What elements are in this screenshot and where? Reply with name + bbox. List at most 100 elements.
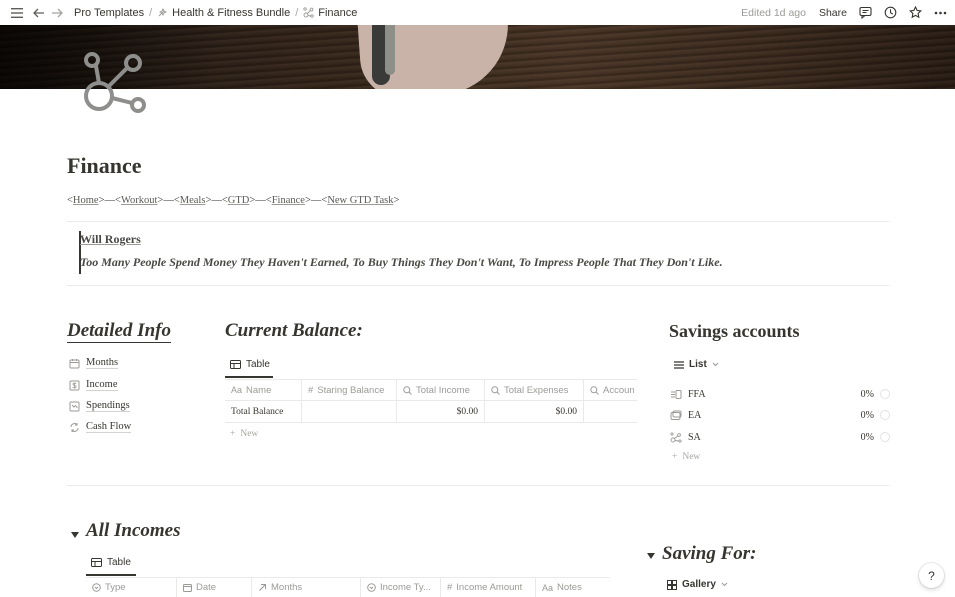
dollar-icon — [69, 380, 80, 391]
column-header-months[interactable]: Months — [252, 578, 361, 597]
column-label: Total Income — [416, 384, 470, 396]
nav-link-home[interactable]: Home — [73, 195, 99, 206]
select-type-icon — [367, 583, 376, 592]
cell-total-income[interactable]: $0.00 — [397, 401, 485, 422]
breadcrumb-label: Pro Templates — [74, 6, 145, 19]
edited-timestamp: Edited 1d ago — [741, 6, 806, 19]
money-icon — [670, 389, 682, 400]
savings-percent: 0% — [860, 409, 874, 421]
current-balance-heading: Current Balance: — [225, 320, 363, 341]
help-button[interactable]: ? — [919, 563, 944, 588]
cell-staring-balance[interactable] — [302, 401, 397, 422]
wallet-icon — [670, 410, 682, 421]
column-header-total-expenses[interactable]: Total Expenses — [485, 380, 584, 400]
detailed-info-heading: Detailed Info — [67, 320, 171, 343]
cell-account[interactable] — [584, 401, 637, 422]
star-icon[interactable] — [906, 4, 924, 22]
balance-new-row-button[interactable]: + New — [230, 429, 258, 439]
divider — [67, 285, 889, 286]
progress-ring — [880, 410, 890, 420]
sparkle-icon — [157, 7, 168, 18]
chevron-down-icon — [712, 362, 719, 367]
chart-icon — [69, 401, 80, 412]
cell-total-expenses[interactable]: $0.00 — [485, 401, 584, 422]
savings-new-item-button[interactable]: + New — [672, 452, 700, 462]
text-type-icon: Aa — [542, 582, 554, 593]
nav-bracket: > — [393, 195, 400, 206]
savings-accounts-heading: Savings accounts — [669, 321, 800, 341]
link-months[interactable]: Months — [69, 357, 119, 369]
column-label: Months — [271, 582, 303, 593]
column-header-account[interactable]: Accoun — [584, 380, 637, 400]
number-type-icon: # — [308, 384, 314, 396]
column-header-staring-balance[interactable]: # Staring Balance — [302, 380, 397, 400]
breadcrumb-pro-templates[interactable]: Pro Templates — [74, 7, 144, 19]
more-options-icon[interactable] — [931, 4, 949, 22]
view-tab-gallery[interactable]: Gallery — [667, 579, 728, 590]
table-row[interactable]: Total Balance $0.00 $0.00 — [225, 401, 637, 423]
cell-name[interactable]: Total Balance — [225, 401, 302, 422]
column-header-income-type[interactable]: Income Ty... — [361, 578, 441, 597]
all-incomes-heading: All Incomes — [86, 520, 181, 541]
divider — [67, 485, 889, 486]
nav-link-gtd[interactable]: GTD — [228, 195, 250, 206]
column-header-name[interactable]: Aa Name — [225, 380, 302, 400]
link-cash-flow[interactable]: Cash Flow — [69, 421, 132, 433]
breadcrumb-health-fitness[interactable]: Health & Fitness Bundle — [157, 7, 290, 19]
view-tab-list[interactable]: List — [674, 359, 719, 370]
back-arrow-icon[interactable] — [30, 4, 48, 22]
page-title: Finance — [67, 153, 142, 178]
toggle-arrow-icon[interactable] — [71, 532, 79, 538]
history-icon[interactable] — [881, 4, 899, 22]
formula-search-icon — [590, 385, 599, 395]
gallery-icon — [667, 579, 677, 590]
link-spendings[interactable]: Spendings — [69, 400, 130, 412]
nav-link-new-gtd-task[interactable]: New GTD Task — [327, 195, 393, 206]
incomes-table-header: Type Date Months Income Ty... # Income A… — [86, 577, 610, 597]
column-header-type[interactable]: Type — [86, 578, 177, 597]
column-header-date[interactable]: Date — [177, 578, 252, 597]
calendar-icon — [69, 358, 80, 369]
column-label: Income Ty... — [380, 582, 431, 593]
view-tab-table[interactable]: Table — [91, 557, 131, 568]
plus-icon: + — [672, 452, 678, 462]
column-header-notes[interactable]: Aa Notes — [536, 578, 610, 597]
column-header-income-amount[interactable]: # Income Amount — [441, 578, 536, 597]
breadcrumb-separator: / — [149, 6, 153, 19]
share-button[interactable]: Share — [819, 7, 847, 19]
calendar-icon — [183, 583, 192, 592]
toggle-arrow-icon[interactable] — [647, 553, 655, 559]
quote-text: Too Many People Spend Money They Haven't… — [80, 255, 723, 269]
page-icon[interactable] — [82, 50, 148, 116]
progress-ring — [880, 432, 890, 442]
relation-arrow-icon — [258, 583, 267, 592]
comment-icon[interactable] — [856, 4, 874, 22]
column-label: Name — [246, 384, 272, 396]
link-income[interactable]: Income — [69, 379, 118, 391]
nav-separator: >—< — [98, 195, 121, 206]
link-label: Months — [86, 357, 119, 369]
nav-link-meals[interactable]: Meals — [180, 195, 206, 206]
column-header-total-income[interactable]: Total Income — [397, 380, 485, 400]
breadcrumb-label: Finance — [318, 6, 358, 19]
nav-link-finance[interactable]: Finance — [272, 195, 305, 206]
page-navigation: <Home>—<Workout>—<Meals>—<GTD>—<Finance>… — [67, 195, 399, 206]
view-tab-table[interactable]: Table — [230, 359, 270, 370]
divider — [67, 221, 889, 222]
quote-author[interactable]: Will Rogers — [80, 232, 141, 247]
savings-percent: 0% — [860, 388, 874, 400]
breadcrumb-finance[interactable]: Finance — [303, 7, 357, 19]
breadcrumb-label: Health & Fitness Bundle — [172, 6, 291, 19]
forward-arrow-icon[interactable] — [48, 4, 66, 22]
column-label: Notes — [557, 582, 582, 593]
savings-account-name: EA — [688, 409, 702, 421]
menu-icon[interactable] — [8, 4, 26, 22]
list-item[interactable]: EA 0% — [670, 406, 890, 424]
new-label: New — [240, 429, 259, 439]
list-item[interactable]: SA 0% — [670, 428, 890, 446]
column-label: Type — [105, 582, 126, 593]
nav-link-workout[interactable]: Workout — [121, 195, 157, 206]
column-label: Staring Balance — [317, 384, 385, 396]
number-type-icon: # — [447, 582, 453, 593]
list-item[interactable]: FFA 0% — [670, 385, 890, 403]
